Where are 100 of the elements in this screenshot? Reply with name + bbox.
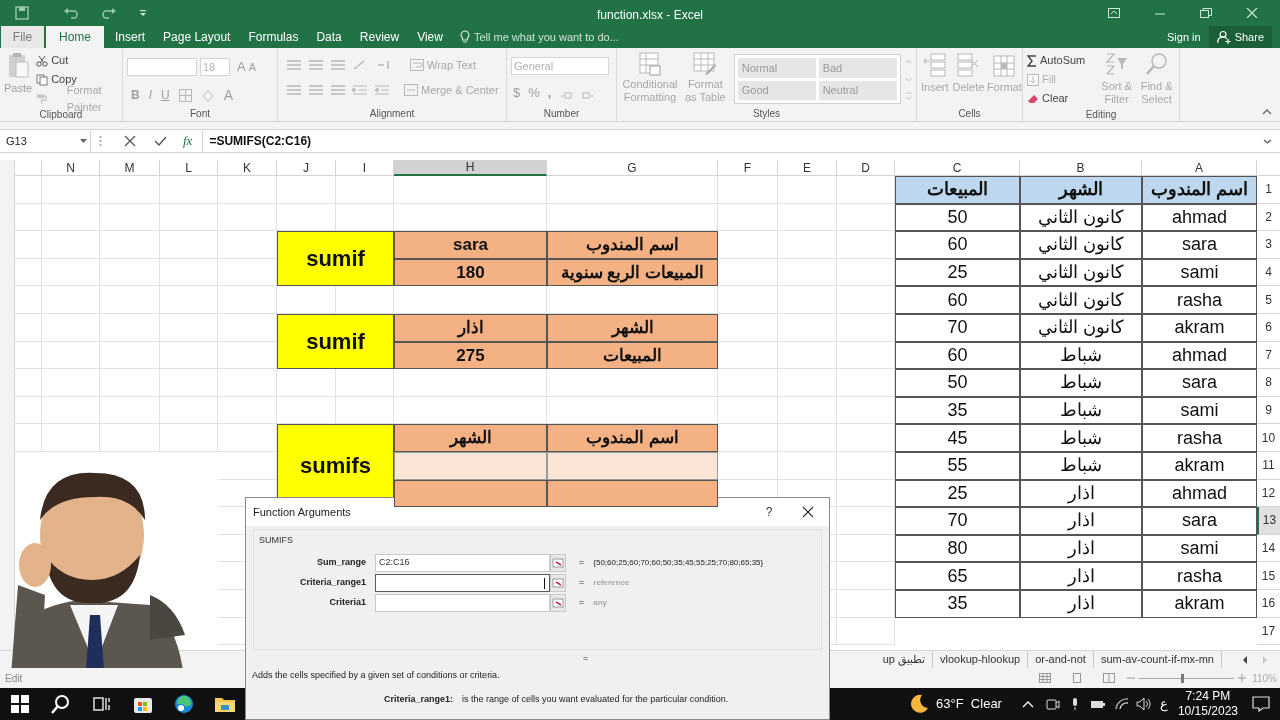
scroll-right-icon[interactable] xyxy=(1262,655,1268,664)
empty-cell[interactable] xyxy=(218,396,277,425)
weather-text[interactable]: 63°F Clear xyxy=(936,694,1002,714)
sheet-tab[interactable]: or-and-not xyxy=(1028,651,1094,668)
zoom-slider-thumb[interactable] xyxy=(1180,673,1184,683)
empty-cell[interactable] xyxy=(718,203,778,232)
empty-cell[interactable] xyxy=(15,203,42,232)
empty-cell[interactable] xyxy=(42,313,100,342)
empty-cell[interactable] xyxy=(42,176,100,204)
ribbon-tab[interactable]: Page Layout xyxy=(154,26,240,48)
empty-cell[interactable] xyxy=(160,231,218,259)
expand-formula-icon[interactable] xyxy=(1263,138,1272,144)
autosum-button[interactable]: AutoSum xyxy=(1027,52,1096,69)
drag-handle-icon[interactable] xyxy=(99,135,102,147)
page-break-icon[interactable] xyxy=(1103,673,1116,683)
indent-icon[interactable] xyxy=(352,83,368,96)
empty-cell[interactable] xyxy=(100,369,160,397)
empty-cell[interactable] xyxy=(778,176,837,204)
range-picker-icon[interactable] xyxy=(550,573,566,592)
chevron-up-icon[interactable] xyxy=(1021,700,1034,708)
empty-cell[interactable] xyxy=(160,286,218,314)
enter-check-icon[interactable] xyxy=(154,135,167,147)
empty-cell[interactable] xyxy=(778,258,837,287)
empty-cell[interactable] xyxy=(718,176,778,204)
empty-cell[interactable] xyxy=(778,313,837,342)
empty-cell[interactable] xyxy=(778,231,837,259)
column-header[interactable]: B xyxy=(1020,160,1142,176)
align-top-icon[interactable] xyxy=(286,59,302,72)
battery-icon[interactable] xyxy=(1089,698,1106,710)
empty-cell[interactable] xyxy=(100,286,160,314)
empty-cell[interactable] xyxy=(160,341,218,370)
empty-cell[interactable] xyxy=(100,424,160,452)
empty-cell[interactable] xyxy=(100,313,160,342)
empty-cell[interactable] xyxy=(778,369,837,397)
ribbon-tab[interactable]: Home xyxy=(46,26,104,48)
save-icon[interactable] xyxy=(15,5,29,20)
notification-icon[interactable] xyxy=(1252,696,1270,712)
empty-cell[interactable] xyxy=(718,286,778,314)
align-right-icon[interactable] xyxy=(330,83,346,96)
empty-cell[interactable] xyxy=(42,341,100,370)
fill-color-icon[interactable] xyxy=(200,88,215,102)
empty-cell[interactable] xyxy=(394,176,547,204)
borders-icon[interactable] xyxy=(178,88,192,102)
column-header[interactable]: H xyxy=(394,160,547,176)
input-cell[interactable] xyxy=(394,451,547,480)
empty-cell[interactable] xyxy=(778,396,837,425)
moon-icon[interactable] xyxy=(908,693,931,715)
empty-cell[interactable] xyxy=(837,617,895,646)
empty-cell[interactable] xyxy=(160,396,218,425)
zoom-out-icon[interactable] xyxy=(1127,674,1136,682)
empty-cell[interactable] xyxy=(160,176,218,204)
empty-cell[interactable] xyxy=(15,341,42,370)
empty-cell[interactable] xyxy=(15,258,42,287)
tell-me-box[interactable]: Tell me what you want to do... xyxy=(459,26,619,48)
zoom-in-icon[interactable] xyxy=(1238,674,1247,682)
column-header[interactable]: K xyxy=(218,160,277,176)
empty-cell[interactable] xyxy=(778,341,837,370)
empty-cell[interactable] xyxy=(15,231,42,259)
argument-field[interactable]: C2:C16 xyxy=(375,553,550,572)
empty-cell[interactable] xyxy=(42,203,100,232)
empty-cell[interactable] xyxy=(15,369,42,397)
column-header[interactable]: D xyxy=(837,160,895,176)
column-header[interactable]: C xyxy=(895,160,1020,176)
column-header[interactable]: L xyxy=(160,160,218,176)
align-middle-icon[interactable] xyxy=(308,59,324,72)
copy-button[interactable]: Copy xyxy=(36,71,118,88)
empty-cell[interactable] xyxy=(42,231,100,259)
language-indicator[interactable]: ع xyxy=(1159,694,1168,714)
empty-cell[interactable] xyxy=(218,369,277,397)
outdent-icon[interactable] xyxy=(374,83,390,96)
empty-cell[interactable] xyxy=(100,176,160,204)
ribbon-tab[interactable]: Review xyxy=(350,26,409,48)
column-header[interactable]: J xyxy=(277,160,336,176)
empty-cell[interactable] xyxy=(15,396,42,425)
empty-cell[interactable] xyxy=(160,424,218,452)
range-picker-icon[interactable] xyxy=(550,593,566,612)
sheet-tab[interactable]: sum-av-count-if-mx-mn xyxy=(1093,651,1222,668)
ribbon-display-icon[interactable] xyxy=(1108,7,1120,18)
empty-cell[interactable] xyxy=(718,396,778,425)
sign-in-link[interactable]: Sign in xyxy=(1159,26,1209,48)
empty-cell[interactable] xyxy=(100,231,160,259)
align-left-icon[interactable] xyxy=(286,83,302,96)
range-picker-icon[interactable] xyxy=(550,553,566,572)
scroll-bar[interactable] xyxy=(0,160,15,650)
align-bottom-icon[interactable] xyxy=(330,59,346,72)
clear-button[interactable]: Clear xyxy=(1027,90,1096,107)
font-name-field[interactable] xyxy=(127,57,197,76)
sheet-tab[interactable]: تطبيق up xyxy=(875,651,934,668)
empty-cell[interactable] xyxy=(778,203,837,232)
ribbon-tab[interactable]: Formulas xyxy=(239,26,308,48)
column-header[interactable]: A xyxy=(1142,160,1257,176)
clock-time[interactable]: 7:24 PM xyxy=(1185,689,1231,704)
cancel-icon[interactable] xyxy=(124,135,136,147)
ribbon-tab[interactable]: View xyxy=(408,26,452,48)
column-header[interactable]: M xyxy=(100,160,160,176)
sheet-tab[interactable]: vlookup-hlookup xyxy=(933,651,1029,668)
ribbon-tab[interactable]: Data xyxy=(307,26,351,48)
empty-cell[interactable] xyxy=(336,176,394,204)
empty-cell[interactable] xyxy=(15,424,42,452)
empty-cell[interactable] xyxy=(15,313,42,342)
